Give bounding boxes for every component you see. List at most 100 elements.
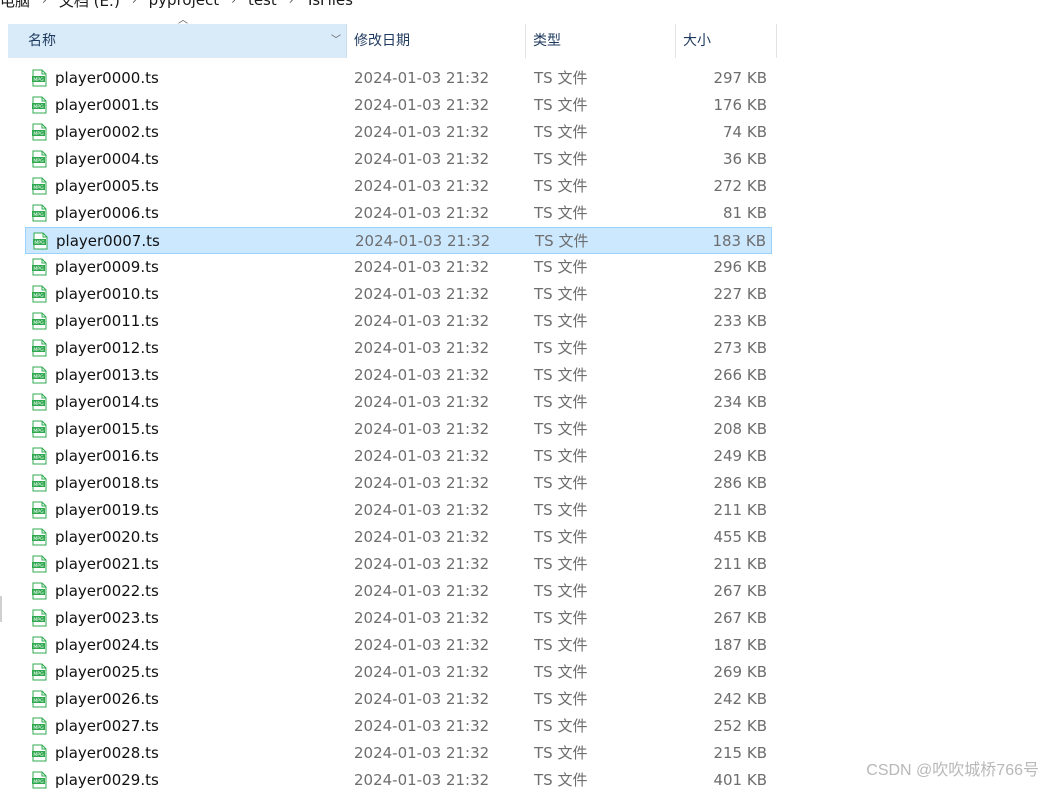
file-size: 273 KB [713, 339, 767, 357]
scrollbar[interactable] [0, 596, 2, 622]
file-type: TS 文件 [534, 582, 588, 600]
file-modified-date: 2024-01-03 21:32 [354, 663, 490, 681]
mpg-video-file-icon: MPG [30, 420, 48, 438]
mpg-video-file-icon: MPG [31, 232, 49, 250]
svg-text:MPG: MPG [33, 536, 44, 542]
file-type: TS 文件 [534, 393, 588, 411]
file-size: 211 KB [713, 555, 767, 573]
file-row[interactable]: MPG player0009.ts 2024-01-03 21:32 TS 文件 296… [25, 254, 772, 281]
chevron-down-icon[interactable]: ﹀ [330, 24, 342, 58]
file-name: player0024.ts [55, 636, 159, 654]
column-header-type-label: 类型 [533, 33, 561, 49]
mpg-video-file-icon: MPG [30, 609, 48, 627]
breadcrumb-item[interactable]: pyproject [149, 0, 219, 9]
column-header-type[interactable]: 类型 [526, 24, 676, 58]
file-row[interactable]: MPG player0000.ts 2024-01-03 21:32 TS 文件 297… [25, 65, 772, 92]
file-modified-date: 2024-01-03 21:32 [354, 717, 490, 735]
mpg-video-file-icon: MPG [30, 474, 48, 492]
file-type: TS 文件 [534, 285, 588, 303]
file-size: 269 KB [713, 663, 767, 681]
file-row[interactable]: MPG player0028.ts 2024-01-03 21:32 TS 文件 215… [25, 740, 772, 767]
chevron-right-icon: › [288, 0, 294, 7]
file-row[interactable]: MPG player0021.ts 2024-01-03 21:32 TS 文件 211… [25, 551, 772, 578]
mpg-video-file-icon: MPG [30, 528, 48, 546]
file-type: TS 文件 [534, 447, 588, 465]
file-type: TS 文件 [534, 312, 588, 330]
column-header-name[interactable]: ︿ 名称 ﹀ [8, 15, 347, 58]
file-row[interactable]: MPG player0019.ts 2024-01-03 21:32 TS 文件 211… [25, 497, 772, 524]
file-row[interactable]: MPG player0007.ts 2024-01-03 21:32 TS 文件 183… [25, 227, 772, 254]
file-size: 234 KB [713, 393, 767, 411]
file-row[interactable]: MPG player0023.ts 2024-01-03 21:32 TS 文件 267… [25, 605, 772, 632]
svg-text:MPG: MPG [34, 240, 45, 246]
file-row[interactable]: MPG player0002.ts 2024-01-03 21:32 TS 文件 74 … [25, 119, 772, 146]
file-row[interactable]: MPG player0024.ts 2024-01-03 21:32 TS 文件 187… [25, 632, 772, 659]
file-modified-date: 2024-01-03 21:32 [354, 312, 490, 330]
file-row[interactable]: MPG player0020.ts 2024-01-03 21:32 TS 文件 455… [25, 524, 772, 551]
mpg-video-file-icon: MPG [30, 663, 48, 681]
file-modified-date: 2024-01-03 21:32 [354, 474, 490, 492]
column-header-date[interactable]: 修改日期 [347, 24, 526, 58]
file-name: player0001.ts [55, 96, 159, 114]
file-size: 81 KB [723, 204, 767, 222]
file-size: 211 KB [713, 501, 767, 519]
file-modified-date: 2024-01-03 21:32 [354, 501, 490, 519]
file-size: 187 KB [713, 636, 767, 654]
file-name: player0026.ts [55, 690, 159, 708]
file-name: player0010.ts [55, 285, 159, 303]
file-row[interactable]: MPG player0025.ts 2024-01-03 21:32 TS 文件 269… [25, 659, 772, 686]
mpg-video-file-icon: MPG [30, 636, 48, 654]
file-row[interactable]: MPG player0022.ts 2024-01-03 21:32 TS 文件 267… [25, 578, 772, 605]
file-size: 176 KB [713, 96, 767, 114]
breadcrumb-item[interactable]: 电脑 [0, 0, 30, 11]
file-modified-date: 2024-01-03 21:32 [354, 555, 490, 573]
file-row[interactable]: MPG player0013.ts 2024-01-03 21:32 TS 文件 266… [25, 362, 772, 389]
file-modified-date: 2024-01-03 21:32 [354, 285, 490, 303]
file-row[interactable]: MPG player0026.ts 2024-01-03 21:32 TS 文件 242… [25, 686, 772, 713]
file-size: 208 KB [713, 420, 767, 438]
file-modified-date: 2024-01-03 21:32 [354, 393, 490, 411]
column-header-size-label: 大小 [683, 33, 711, 49]
file-modified-date: 2024-01-03 21:32 [354, 339, 490, 357]
file-name: player0007.ts [56, 232, 160, 250]
file-row[interactable]: MPG player0010.ts 2024-01-03 21:32 TS 文件 227… [25, 281, 772, 308]
file-name: player0029.ts [55, 771, 159, 789]
file-type: TS 文件 [534, 474, 588, 492]
file-row[interactable]: MPG player0004.ts 2024-01-03 21:32 TS 文件 36 … [25, 146, 772, 173]
file-row[interactable]: MPG player0027.ts 2024-01-03 21:32 TS 文件 252… [25, 713, 772, 740]
svg-text:MPG: MPG [33, 320, 44, 326]
file-row[interactable]: MPG player0029.ts 2024-01-03 21:32 TS 文件 401… [25, 767, 772, 794]
file-name: player0005.ts [55, 177, 159, 195]
file-row[interactable]: MPG player0014.ts 2024-01-03 21:32 TS 文件 234… [25, 389, 772, 416]
watermark: CSDN @吹吹城桥766号 [866, 762, 1039, 779]
file-modified-date: 2024-01-03 21:32 [354, 636, 490, 654]
breadcrumb-item[interactable]: test [248, 0, 277, 9]
file-row[interactable]: MPG player0001.ts 2024-01-03 21:32 TS 文件 176… [25, 92, 772, 119]
file-row[interactable]: MPG player0016.ts 2024-01-03 21:32 TS 文件 249… [25, 443, 772, 470]
mpg-video-file-icon: MPG [30, 69, 48, 87]
file-size: 233 KB [713, 312, 767, 330]
file-row[interactable]: MPG player0011.ts 2024-01-03 21:32 TS 文件 233… [25, 308, 772, 335]
svg-text:MPG: MPG [33, 401, 44, 407]
file-size: 183 KB [712, 232, 766, 250]
file-row[interactable]: MPG player0018.ts 2024-01-03 21:32 TS 文件 286… [25, 470, 772, 497]
file-name: player0020.ts [55, 528, 159, 546]
file-modified-date: 2024-01-03 21:32 [354, 582, 490, 600]
mpg-video-file-icon: MPG [30, 771, 48, 789]
svg-text:MPG: MPG [33, 671, 44, 677]
column-header-size[interactable]: 大小 [676, 24, 777, 58]
file-size: 296 KB [713, 258, 767, 276]
mpg-video-file-icon: MPG [30, 555, 48, 573]
file-type: TS 文件 [534, 555, 588, 573]
file-row[interactable]: MPG player0006.ts 2024-01-03 21:32 TS 文件 81 … [25, 200, 772, 227]
file-row[interactable]: MPG player0015.ts 2024-01-03 21:32 TS 文件 208… [25, 416, 772, 443]
file-size: 242 KB [713, 690, 767, 708]
svg-text:MPG: MPG [33, 779, 44, 785]
mpg-video-file-icon: MPG [30, 393, 48, 411]
breadcrumb-item[interactable]: 文档 (E:) [59, 0, 120, 11]
file-row[interactable]: MPG player0012.ts 2024-01-03 21:32 TS 文件 273… [25, 335, 772, 362]
file-type: TS 文件 [534, 528, 588, 546]
file-row[interactable]: MPG player0005.ts 2024-01-03 21:32 TS 文件 272… [25, 173, 772, 200]
mpg-video-file-icon: MPG [30, 717, 48, 735]
breadcrumb-item[interactable]: TsFiles [306, 0, 353, 9]
